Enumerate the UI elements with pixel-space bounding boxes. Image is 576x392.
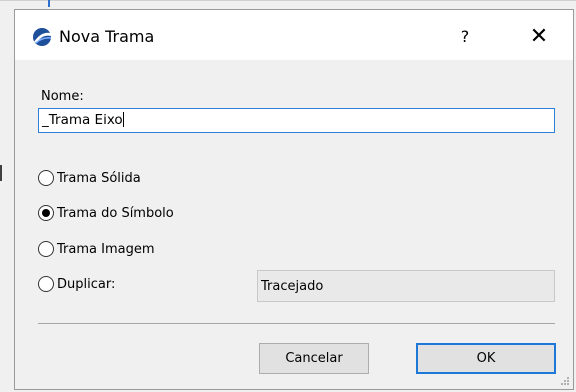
archicad-app-icon [33, 28, 52, 46]
background-selection-mark [48, 0, 50, 7]
background-strip [0, 0, 576, 8]
resize-grip-icon[interactable] [560, 376, 570, 386]
text-caret [122, 112, 124, 127]
option-symbol-hatch[interactable]: Trama do Símbolo [38, 205, 174, 221]
option-symbol-hatch-label: Trama do Símbolo [57, 205, 174, 221]
separator [38, 323, 555, 324]
background-edge [0, 0, 576, 1]
new-hatch-dialog: Nova Trama ? ✕ Nome: _Trama Eixo Trama S… [14, 9, 574, 390]
duplicate-source-field: Tracejado [257, 270, 555, 302]
option-image-hatch[interactable]: Trama Imagem [38, 241, 154, 257]
help-button[interactable]: ? [443, 18, 487, 54]
radio-symbol-hatch[interactable] [38, 205, 54, 221]
radio-image-hatch[interactable] [38, 241, 54, 257]
option-duplicate[interactable]: Duplicar: [38, 276, 115, 292]
name-label: Nome: [41, 89, 84, 104]
name-input-value: _Trama Eixo [42, 112, 123, 128]
title-bar: Nova Trama ? ✕ [15, 10, 573, 60]
option-image-hatch-label: Trama Imagem [57, 241, 155, 257]
radio-solid-hatch[interactable] [38, 170, 54, 186]
close-button[interactable]: ✕ [517, 18, 561, 54]
ok-button[interactable]: OK [416, 343, 556, 374]
option-duplicate-label: Duplicar: [57, 276, 116, 292]
name-input[interactable]: _Trama Eixo [38, 108, 555, 133]
radio-duplicate[interactable] [38, 276, 54, 292]
dialog-title: Nova Trama [59, 27, 155, 46]
cancel-button[interactable]: Cancelar [259, 343, 369, 374]
option-solid-hatch[interactable]: Trama Sólida [38, 170, 141, 186]
background-side-mark [0, 165, 2, 181]
option-solid-hatch-label: Trama Sólida [57, 170, 141, 186]
